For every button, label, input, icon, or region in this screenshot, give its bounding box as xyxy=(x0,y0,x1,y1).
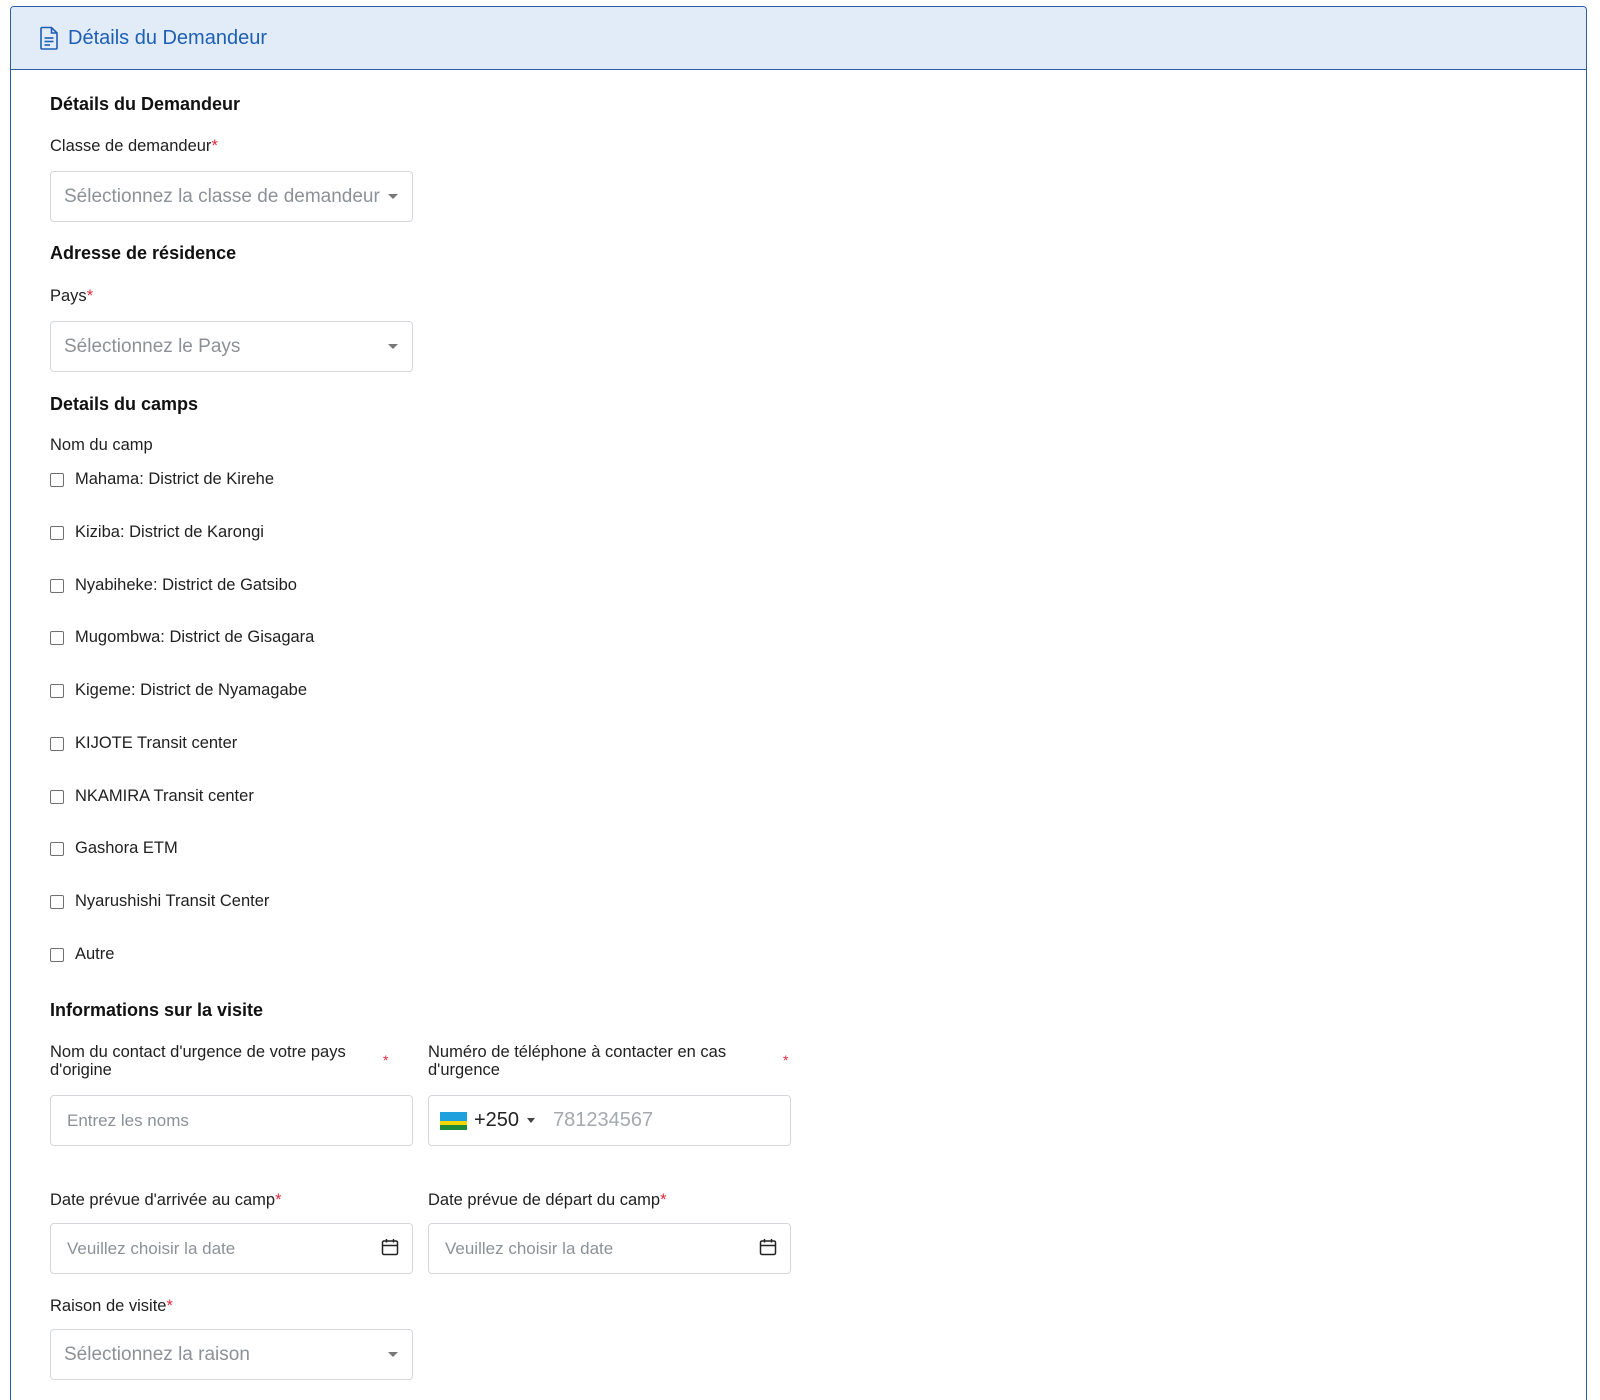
applicant-class-placeholder: Sélectionnez la classe de demandeur xyxy=(64,185,380,207)
chevron-down-icon xyxy=(388,194,398,199)
checkbox[interactable] xyxy=(50,947,64,962)
checkbox[interactable] xyxy=(50,894,64,909)
camp-name-label: Nom du camp xyxy=(50,436,153,454)
checkbox[interactable] xyxy=(50,578,64,593)
emergency-name-input[interactable]: Entrez les noms xyxy=(50,1095,413,1146)
checkbox[interactable] xyxy=(50,525,64,540)
camp-option[interactable]: Autre xyxy=(50,945,114,964)
calendar-icon[interactable] xyxy=(381,1238,399,1256)
camp-option[interactable]: Mahama: District de Kirehe xyxy=(50,470,274,489)
camp-option[interactable]: Nyabiheke: District de Gatsibo xyxy=(50,576,297,595)
applicant-section-title: Détails du Demandeur xyxy=(50,94,241,114)
required-marker: * xyxy=(86,287,94,305)
departure-date-placeholder: Veuillez choisir la date xyxy=(445,1238,614,1258)
checkbox[interactable] xyxy=(50,736,64,751)
checkbox[interactable] xyxy=(50,789,64,804)
calendar-icon[interactable] xyxy=(759,1238,777,1256)
camps-section-title: Details du camps xyxy=(50,394,199,414)
arrival-date-placeholder: Veuillez choisir la date xyxy=(67,1238,236,1258)
visit-reason-select[interactable]: Sélectionnez la raison xyxy=(50,1329,413,1380)
camp-option[interactable]: Kigeme: District de Nyamagabe xyxy=(50,681,307,700)
applicant-class-label: Classe de demandeur* xyxy=(50,137,218,155)
rwanda-flag-icon[interactable] xyxy=(440,1111,467,1130)
applicant-class-select[interactable]: Sélectionnez la classe de demandeur xyxy=(50,171,413,222)
arrival-date-label: Date prévue d'arrivée au camp* xyxy=(50,1191,282,1209)
checkbox[interactable] xyxy=(50,472,64,487)
emergency-phone-input[interactable]: +250 781234567 xyxy=(428,1095,791,1146)
camp-option[interactable]: Kiziba: District de Karongi xyxy=(50,523,264,542)
chevron-down-icon xyxy=(388,1352,398,1357)
emergency-name-label: Nom du contact d'urgence de votre pays d… xyxy=(50,1043,346,1079)
emergency-name-placeholder: Entrez les noms xyxy=(67,1110,189,1130)
required-marker: * xyxy=(660,1191,667,1209)
card-title: Détails du Demandeur xyxy=(68,26,267,49)
departure-date-input[interactable]: Veuillez choisir la date xyxy=(428,1223,791,1274)
country-placeholder: Sélectionnez le Pays xyxy=(64,335,241,357)
checkbox[interactable] xyxy=(50,683,64,698)
required-marker: * xyxy=(783,1052,789,1068)
card-header: Détails du Demandeur xyxy=(11,7,1586,70)
camp-option[interactable]: Nyarushishi Transit Center xyxy=(50,892,269,911)
residence-section-title: Adresse de résidence xyxy=(50,243,237,263)
country-select[interactable]: Sélectionnez le Pays xyxy=(50,321,413,372)
checkbox[interactable] xyxy=(50,630,64,645)
camp-option[interactable]: Mugombwa: District de Gisagara xyxy=(50,628,314,647)
camp-option[interactable]: KIJOTE Transit center xyxy=(50,734,237,753)
country-label: Pays* xyxy=(50,287,94,305)
phone-placeholder: 781234567 xyxy=(553,1109,654,1131)
chevron-down-icon[interactable] xyxy=(527,1118,536,1123)
visit-reason-placeholder: Sélectionnez la raison xyxy=(64,1343,250,1365)
phone-country-code: +250 xyxy=(474,1109,520,1131)
chevron-down-icon xyxy=(388,344,398,349)
emergency-phone-label: Numéro de téléphone à contacter en cas d… xyxy=(428,1043,727,1079)
arrival-date-input[interactable]: Veuillez choisir la date xyxy=(50,1223,413,1274)
document-icon xyxy=(39,25,61,51)
required-marker: * xyxy=(275,1191,282,1209)
required-marker: * xyxy=(166,1297,173,1315)
required-marker: * xyxy=(383,1052,389,1068)
required-marker: * xyxy=(211,137,218,155)
checkbox[interactable] xyxy=(50,841,64,856)
visit-section-title: Informations sur la visite xyxy=(50,1000,264,1020)
visit-reason-label: Raison de visite* xyxy=(50,1297,173,1315)
departure-date-label: Date prévue de départ du camp* xyxy=(428,1191,667,1209)
camp-option[interactable]: NKAMIRA Transit center xyxy=(50,787,254,806)
camp-option[interactable]: Gashora ETM xyxy=(50,839,178,858)
